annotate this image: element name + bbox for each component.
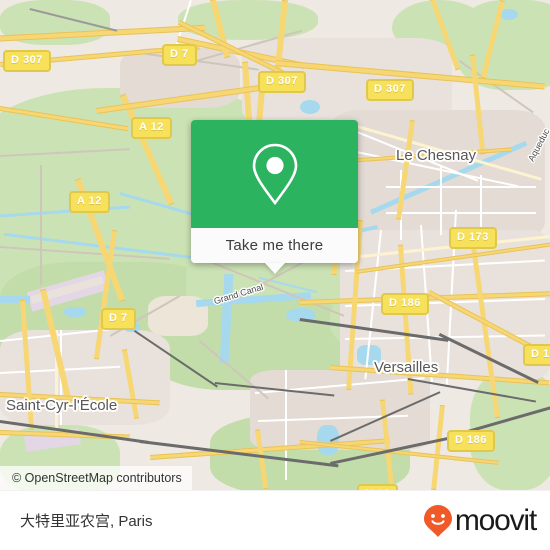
place-label: Versailles xyxy=(374,359,439,376)
take-me-there-label: Take me there xyxy=(225,237,324,254)
page-footer: 大特里亚农宫, Paris moovit xyxy=(0,490,550,550)
map-attribution[interactable]: © OpenStreetMap contributors xyxy=(0,466,192,490)
map-canvas[interactable]: D 307 D 7D 307 D 307 A 12 A 12 D 173 D 186 D 7D… xyxy=(0,0,550,490)
moovit-logo[interactable]: moovit xyxy=(423,503,537,538)
location-title: 大特里亚农宫, Paris xyxy=(20,513,153,530)
card-pointer-tail xyxy=(265,263,285,274)
location-pin-icon xyxy=(252,143,297,206)
card-pin-area xyxy=(191,120,358,228)
moovit-wordmark: moovit xyxy=(454,503,537,537)
moovit-smiley-pin-icon xyxy=(423,504,452,537)
moovit-map-page: D 307 D 7D 307 D 307 A 12 A 12 D 173 D 186 D 7D… xyxy=(0,0,550,550)
location-callout-card[interactable]: Take me there xyxy=(191,120,358,274)
place-label: Le Chesnay xyxy=(396,147,477,164)
attribution-text: © OpenStreetMap contributors xyxy=(12,471,182,485)
place-label: Saint-Cyr-l'École xyxy=(6,397,118,414)
card-action-area[interactable]: Take me there xyxy=(191,228,358,263)
